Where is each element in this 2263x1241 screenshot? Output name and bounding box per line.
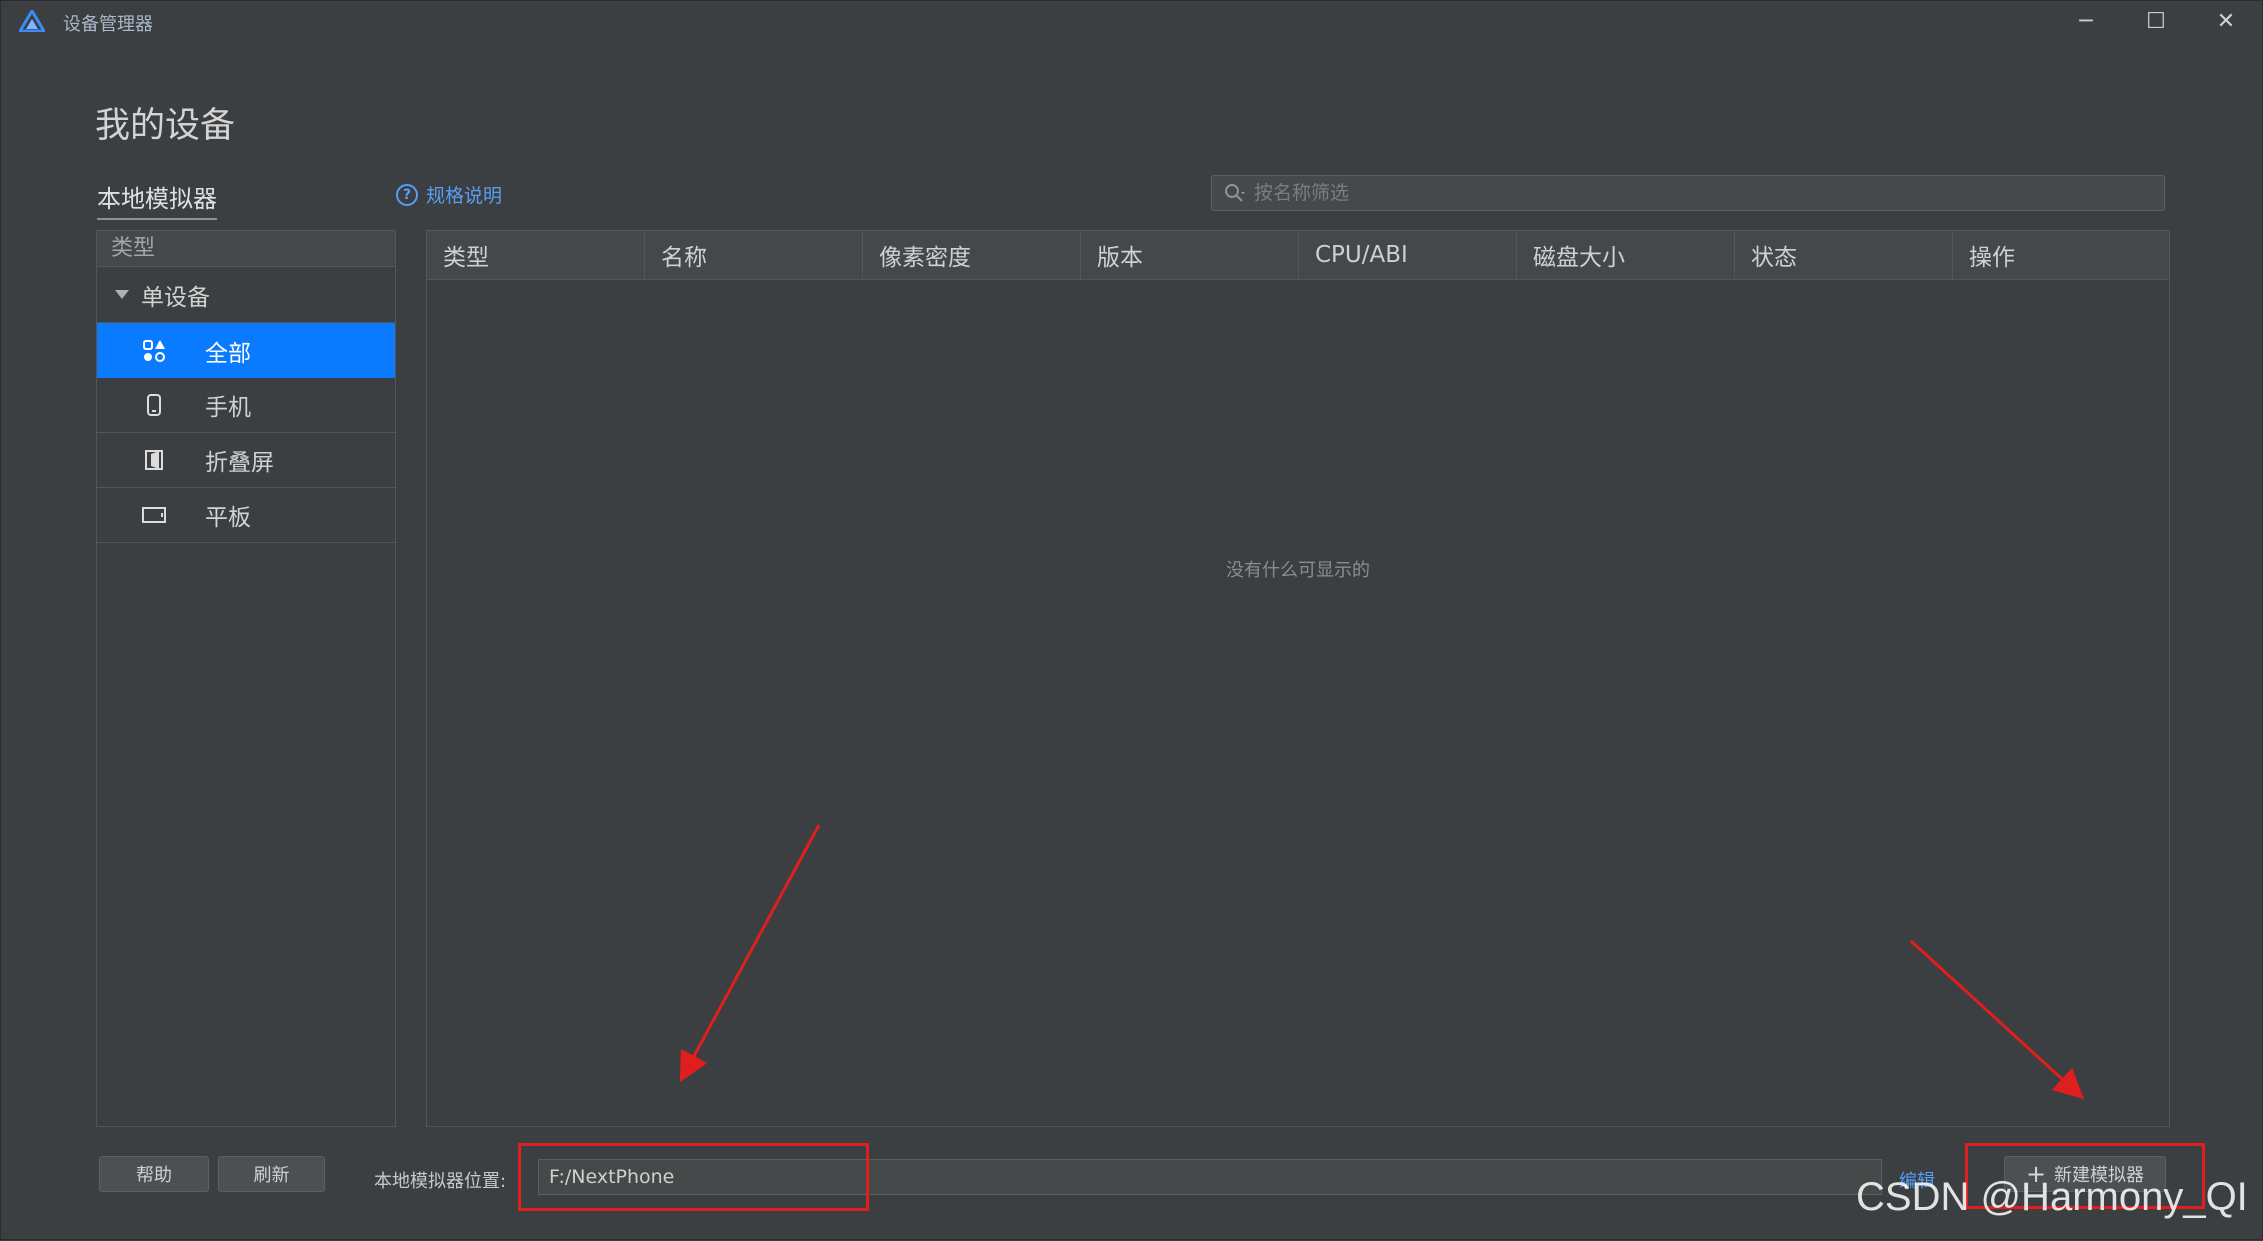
caret-down-icon <box>115 290 129 299</box>
group-label: 单设备 <box>141 284 210 311</box>
page-title: 我的设备 <box>95 106 236 146</box>
sidebar-item-tablet[interactable]: 平板 <box>97 488 395 543</box>
device-manager-window: 设备管理器 ─ ☐ ✕ 我的设备 本地模拟器 ? 规格说明 类型 单设备 <box>0 0 2263 1240</box>
sidebar-item-all[interactable]: 全部 <box>97 323 395 378</box>
sidebar-item-label: 平板 <box>205 505 251 531</box>
column-header-version[interactable]: 版本 <box>1081 231 1299 279</box>
spec-link-label: 规格说明 <box>426 185 503 207</box>
sidebar-item-phone[interactable]: 手机 <box>97 378 395 433</box>
title-bar: 设备管理器 ─ ☐ ✕ <box>1 1 2263 41</box>
search-input[interactable] <box>1254 176 2164 210</box>
close-button[interactable]: ✕ <box>2191 1 2261 41</box>
column-header-density[interactable]: 像素密度 <box>863 231 1081 279</box>
sidebar-item-label: 全部 <box>205 340 251 367</box>
tablet-icon <box>139 506 169 524</box>
column-header-status[interactable]: 状态 <box>1735 231 1953 279</box>
table-header: 类型 名称 像素密度 版本 CPU/ABI 磁盘大小 状态 操作 <box>427 231 2169 280</box>
emulator-location-label: 本地模拟器位置: <box>374 1171 507 1192</box>
help-button[interactable]: 帮助 <box>99 1156 209 1192</box>
refresh-button[interactable]: 刷新 <box>218 1156 325 1192</box>
column-header-type[interactable]: 类型 <box>427 231 645 279</box>
column-header-disk-size[interactable]: 磁盘大小 <box>1517 231 1735 279</box>
search-box[interactable] <box>1211 175 2165 211</box>
column-header-cpu-abi[interactable]: CPU/ABI <box>1299 231 1517 279</box>
search-icon <box>1225 184 1245 202</box>
group-single-device[interactable]: 单设备 <box>97 267 395 323</box>
maximize-button[interactable]: ☐ <box>2121 1 2191 41</box>
spec-description-link[interactable]: ? 规格说明 <box>396 181 502 208</box>
sidebar-item-foldable[interactable]: 折叠屏 <box>97 433 395 488</box>
sidebar-header: 类型 <box>97 231 395 267</box>
empty-state-text: 没有什么可显示的 <box>1226 560 1370 581</box>
phone-icon <box>139 393 169 417</box>
annotation-box-location <box>518 1143 869 1211</box>
grid-shapes-icon <box>139 339 169 363</box>
device-table: 类型 名称 像素密度 版本 CPU/ABI 磁盘大小 状态 操作 没有什么可显示… <box>426 230 2170 1127</box>
column-header-name[interactable]: 名称 <box>645 231 863 279</box>
foldable-icon <box>139 449 169 471</box>
window-title: 设备管理器 <box>63 14 153 35</box>
device-type-sidebar: 类型 单设备 全部 手机 折叠屏 平板 <box>96 230 396 1127</box>
minimize-button[interactable]: ─ <box>2051 1 2121 41</box>
column-header-actions[interactable]: 操作 <box>1953 231 2169 279</box>
tab-local-emulator[interactable]: 本地模拟器 <box>97 179 217 220</box>
app-logo-icon <box>19 10 45 32</box>
watermark-text: CSDN @Harmony_QI <box>1856 1175 2248 1219</box>
sidebar-item-label: 手机 <box>205 395 251 421</box>
sidebar-item-label: 折叠屏 <box>205 450 274 476</box>
question-icon: ? <box>396 183 418 206</box>
